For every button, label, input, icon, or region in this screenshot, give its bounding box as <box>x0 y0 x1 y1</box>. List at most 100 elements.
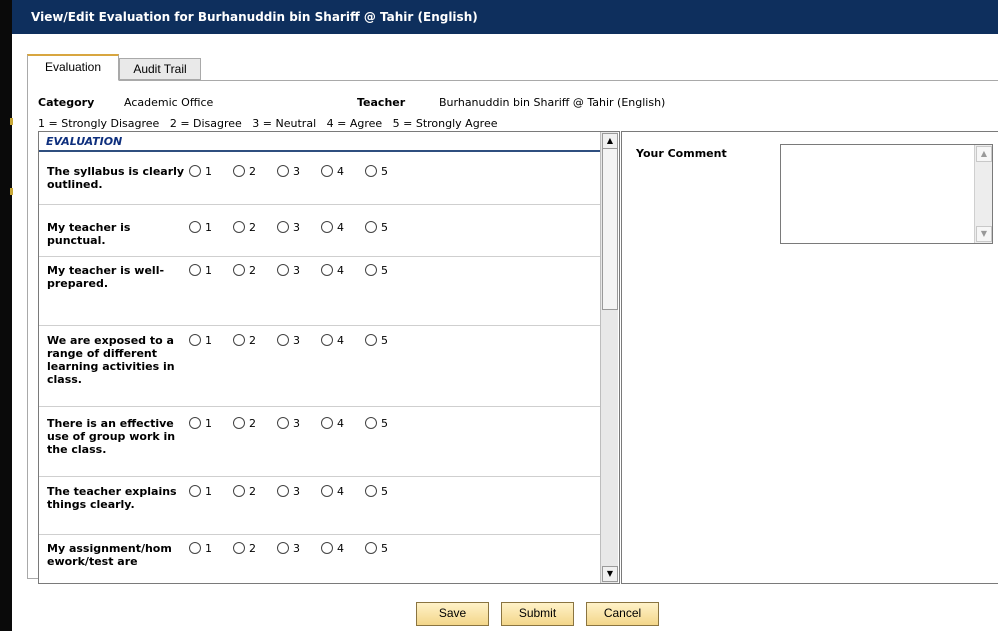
radio-button[interactable] <box>277 334 289 346</box>
tab-evaluation[interactable]: Evaluation <box>27 54 119 81</box>
comment-scrollbar[interactable]: ▲ ▼ <box>974 145 992 243</box>
radio-button[interactable] <box>321 221 333 233</box>
rating-option-5[interactable]: 5 <box>365 165 388 178</box>
tab-evaluation-label: Evaluation <box>44 60 102 74</box>
cancel-button[interactable]: Cancel <box>586 602 659 626</box>
rating-option-4[interactable]: 4 <box>321 165 344 178</box>
scroll-up-arrow-icon[interactable]: ▲ <box>602 133 618 149</box>
radio-button[interactable] <box>365 221 377 233</box>
rating-option-5[interactable]: 5 <box>365 542 388 555</box>
question-text: The syllabus is clearly outlined. <box>47 165 185 191</box>
radio-button[interactable] <box>189 165 201 177</box>
radio-button[interactable] <box>321 334 333 346</box>
radio-button[interactable] <box>189 264 201 276</box>
question-row: My teacher is punctual. 1 2 3 4 5 <box>39 205 600 257</box>
rating-option-1[interactable]: 1 <box>189 485 212 498</box>
scrollbar-thumb[interactable] <box>602 148 618 310</box>
rating-option-4[interactable]: 4 <box>321 542 344 555</box>
rating-option-2[interactable]: 2 <box>233 221 256 234</box>
rating-option-2[interactable]: 2 <box>233 485 256 498</box>
rating-option-1[interactable]: 1 <box>189 165 212 178</box>
save-button[interactable]: Save <box>416 602 489 626</box>
tab-audit-trail[interactable]: Audit Trail <box>119 58 201 80</box>
rating-option-3[interactable]: 3 <box>277 165 300 178</box>
radio-button[interactable] <box>189 334 201 346</box>
comment-textarea[interactable]: ▲ ▼ <box>780 144 993 244</box>
rating-option-2[interactable]: 2 <box>233 165 256 178</box>
rating-option-3[interactable]: 3 <box>277 334 300 347</box>
radio-button[interactable] <box>233 165 245 177</box>
question-row: We are exposed to a range of different l… <box>39 326 600 407</box>
radio-button[interactable] <box>277 221 289 233</box>
radio-button[interactable] <box>277 264 289 276</box>
question-text: We are exposed to a range of different l… <box>47 334 175 386</box>
scroll-down-arrow-icon[interactable]: ▼ <box>976 226 992 242</box>
radio-button[interactable] <box>321 542 333 554</box>
rating-option-2[interactable]: 2 <box>233 542 256 555</box>
scroll-down-arrow-icon[interactable]: ▼ <box>602 566 618 582</box>
radio-button[interactable] <box>365 542 377 554</box>
rating-option-4[interactable]: 4 <box>321 221 344 234</box>
radio-button[interactable] <box>233 221 245 233</box>
rating-option-1[interactable]: 1 <box>189 334 212 347</box>
evaluation-scrollbar[interactable]: ▲ ▼ <box>600 132 618 583</box>
content-border-bottom <box>27 578 38 579</box>
rating-option-1[interactable]: 1 <box>189 417 212 430</box>
radio-button[interactable] <box>233 417 245 429</box>
radio-button[interactable] <box>277 485 289 497</box>
radio-button[interactable] <box>233 334 245 346</box>
question-row: There is an effective use of group work … <box>39 407 600 477</box>
question-row: My assignment/homework/test are 1 2 3 4 … <box>39 535 600 583</box>
radio-button[interactable] <box>233 485 245 497</box>
border-accent <box>10 188 13 195</box>
radio-button[interactable] <box>189 417 201 429</box>
tab-divider <box>119 80 998 81</box>
scroll-up-arrow-icon[interactable]: ▲ <box>976 146 992 162</box>
radio-button[interactable] <box>277 417 289 429</box>
content-border <box>27 80 28 578</box>
rating-option-4[interactable]: 4 <box>321 417 344 430</box>
rating-option-3[interactable]: 3 <box>277 485 300 498</box>
rating-option-4[interactable]: 4 <box>321 334 344 347</box>
rating-option-2[interactable]: 2 <box>233 334 256 347</box>
rating-option-2[interactable]: 2 <box>233 264 256 277</box>
rating-option-3[interactable]: 3 <box>277 417 300 430</box>
rating-option-5[interactable]: 5 <box>365 485 388 498</box>
radio-button[interactable] <box>365 334 377 346</box>
rating-option-5[interactable]: 5 <box>365 334 388 347</box>
radio-button[interactable] <box>189 221 201 233</box>
radio-button[interactable] <box>277 165 289 177</box>
radio-button[interactable] <box>189 542 201 554</box>
rating-option-1[interactable]: 1 <box>189 264 212 277</box>
question-row: The syllabus is clearly outlined. 1 2 3 … <box>39 152 600 205</box>
comment-label: Your Comment <box>636 147 727 160</box>
rating-option-3[interactable]: 3 <box>277 264 300 277</box>
rating-option-5[interactable]: 5 <box>365 417 388 430</box>
rating-option-5[interactable]: 5 <box>365 221 388 234</box>
rating-option-2[interactable]: 2 <box>233 417 256 430</box>
radio-button[interactable] <box>321 417 333 429</box>
rating-option-5[interactable]: 5 <box>365 264 388 277</box>
rating-option-3[interactable]: 3 <box>277 221 300 234</box>
radio-button[interactable] <box>233 542 245 554</box>
radio-button[interactable] <box>365 485 377 497</box>
radio-button[interactable] <box>321 165 333 177</box>
rating-option-4[interactable]: 4 <box>321 264 344 277</box>
radio-button[interactable] <box>189 485 201 497</box>
submit-button[interactable]: Submit <box>501 602 574 626</box>
category-value: Academic Office <box>124 96 214 109</box>
radio-button[interactable] <box>365 417 377 429</box>
evaluation-header: EVALUATION <box>39 132 600 152</box>
rating-option-3[interactable]: 3 <box>277 542 300 555</box>
question-text: My assignment/homework/test are <box>47 542 172 568</box>
radio-button[interactable] <box>233 264 245 276</box>
radio-button[interactable] <box>321 264 333 276</box>
radio-button[interactable] <box>365 165 377 177</box>
radio-button[interactable] <box>365 264 377 276</box>
teacher-value: Burhanuddin bin Shariff @ Tahir (English… <box>439 96 666 109</box>
radio-button[interactable] <box>277 542 289 554</box>
rating-option-4[interactable]: 4 <box>321 485 344 498</box>
rating-option-1[interactable]: 1 <box>189 221 212 234</box>
radio-button[interactable] <box>321 485 333 497</box>
rating-option-1[interactable]: 1 <box>189 542 212 555</box>
